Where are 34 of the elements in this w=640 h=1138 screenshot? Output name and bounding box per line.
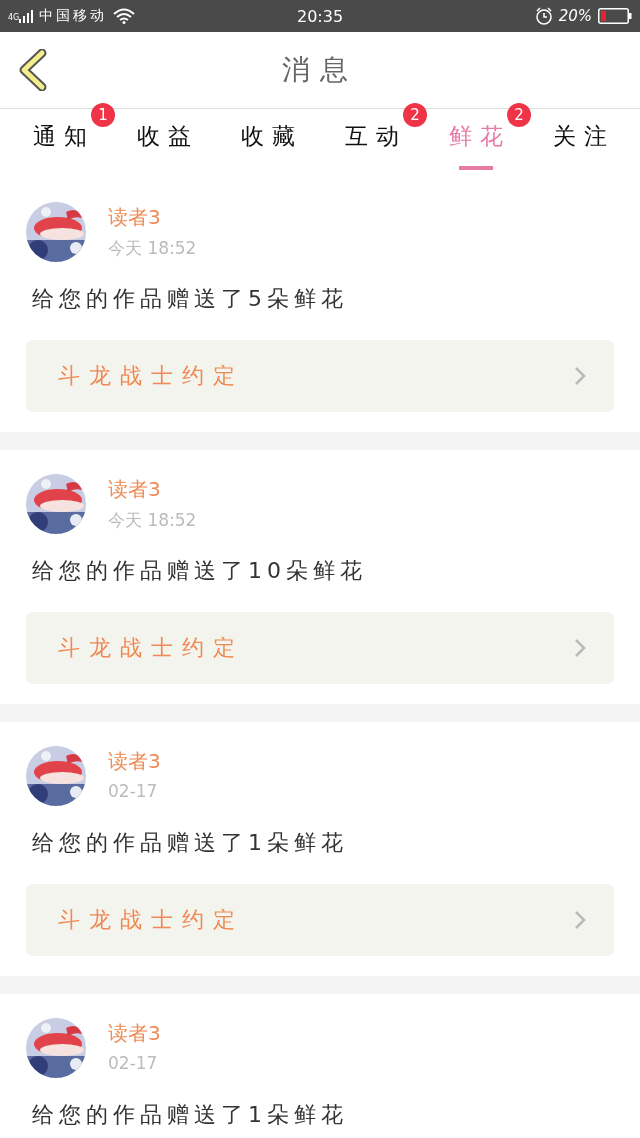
chevron-right-icon — [574, 910, 586, 930]
message-time: 02-17 — [108, 781, 159, 801]
sender-name[interactable]: 读者3 — [108, 476, 197, 503]
back-icon[interactable] — [18, 49, 48, 91]
message-time: 今天 18:52 — [108, 509, 197, 532]
count-badge: 2 — [507, 103, 531, 127]
count-badge: 1 — [91, 103, 115, 127]
network-type: 4G — [8, 13, 20, 22]
tab[interactable]: 关注 — [545, 121, 615, 152]
sender-name[interactable]: 读者3 — [108, 748, 161, 775]
page-title: 消息 — [282, 52, 358, 88]
message-time: 今天 18:52 — [108, 237, 197, 260]
chevron-right-icon — [574, 366, 586, 386]
clock-time: 20:35 — [296, 6, 344, 26]
message-text: 给您的作品赠送了5朵鲜花 — [32, 285, 349, 313]
sender-name[interactable]: 读者3 — [108, 204, 197, 231]
message-text: 给您的作品赠送了1朵鲜花 — [32, 1101, 349, 1129]
chevron-right-icon — [574, 638, 586, 658]
battery-percent: 20% — [558, 7, 592, 25]
wifi-icon — [113, 8, 136, 24]
book-link[interactable]: 斗龙战士约定 — [26, 612, 614, 684]
message-time: 02-17 — [108, 1053, 159, 1073]
count-badge: 2 — [403, 103, 427, 127]
book-link[interactable]: 斗龙战士约定 — [26, 340, 614, 412]
message-text: 给您的作品赠送了10朵鲜花 — [32, 557, 368, 585]
sender-name[interactable]: 读者3 — [108, 1020, 161, 1047]
message-text: 给您的作品赠送了1朵鲜花 — [32, 829, 349, 857]
tab[interactable]: 收益 — [129, 121, 199, 152]
alarm-icon — [534, 7, 553, 25]
book-link[interactable]: 斗龙战士约定 — [26, 884, 614, 956]
battery-icon — [598, 8, 632, 24]
carrier-name: 中国移动 — [39, 7, 108, 25]
tab[interactable]: 收藏 — [233, 121, 303, 152]
signal-icon — [19, 9, 34, 23]
